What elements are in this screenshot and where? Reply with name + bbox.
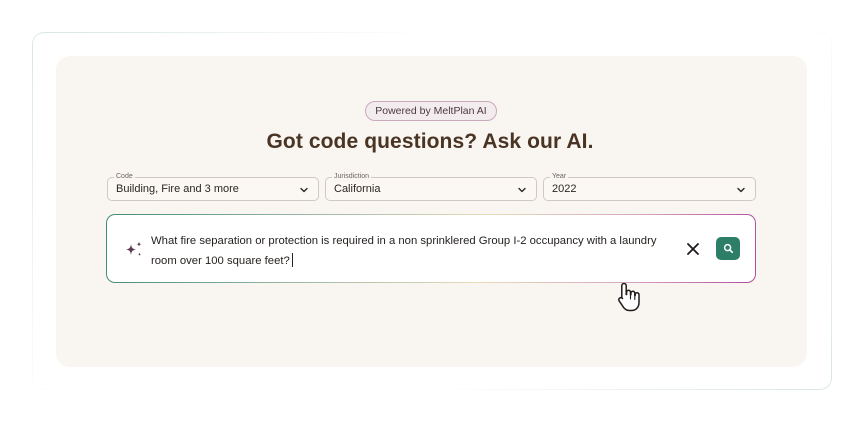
code-select-value: Building, Fire and 3 more [116, 183, 239, 195]
page: Powered by MeltPlan AI Got code question… [0, 0, 860, 422]
search-button[interactable] [716, 237, 740, 260]
hand-pointer-icon [618, 282, 640, 312]
year-select[interactable]: Year 2022 [543, 172, 756, 201]
question-input[interactable]: What fire separation or protection is re… [107, 215, 755, 282]
text-caret [291, 252, 293, 267]
chevron-down-icon [737, 187, 745, 193]
close-icon[interactable] [684, 240, 702, 258]
jurisdiction-select-value: California [334, 183, 381, 195]
jurisdiction-select-label: Jurisdiction [332, 172, 372, 182]
code-select-label: Code [114, 172, 135, 182]
question-input-frame: What fire separation or protection is re… [106, 214, 756, 283]
jurisdiction-select[interactable]: Jurisdiction California [325, 172, 537, 201]
page-title: Got code questions? Ask our AI. [266, 130, 594, 153]
chevron-down-icon [518, 187, 526, 193]
question-value: What fire separation or protection is re… [151, 235, 657, 267]
chevron-down-icon [300, 187, 308, 193]
search-icon [723, 243, 734, 254]
code-select[interactable]: Code Building, Fire and 3 more [107, 172, 319, 201]
year-select-value: 2022 [552, 183, 577, 195]
powered-by-badge: Powered by MeltPlan AI [365, 101, 497, 121]
year-select-label: Year [550, 172, 569, 182]
sparkle-icon [126, 241, 142, 257]
question-text: What fire separation or protection is re… [151, 232, 673, 271]
